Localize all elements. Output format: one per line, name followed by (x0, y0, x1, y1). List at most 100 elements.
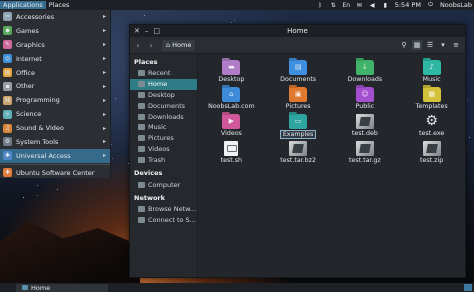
file-item[interactable]: test.sh (198, 139, 265, 166)
file-item[interactable]: test.zip (398, 139, 465, 166)
menu-item-games[interactable]: ◆ Games ▸ (0, 24, 110, 38)
keyboard-layout-icon[interactable]: En (342, 1, 351, 9)
file-item[interactable]: ▶ Videos (198, 112, 265, 139)
file-name: Music (422, 76, 441, 83)
file-item[interactable]: test.tar.gz (332, 139, 399, 166)
sound-video-icon: ♫ (3, 123, 12, 133)
software-center-icon: ✚ (3, 168, 12, 178)
mail-icon[interactable]: ✉ (356, 2, 363, 9)
clock[interactable]: 5:54 PM (395, 1, 421, 9)
sidebar-item-videos[interactable]: Videos (130, 144, 197, 155)
sidebar-item-music[interactable]: Music (130, 122, 197, 133)
sidebar-heading: Devices (134, 169, 163, 178)
file-name: Pictures (285, 103, 311, 110)
folder-icon: ▤ (289, 60, 308, 75)
menu-item-programming[interactable]: ⌘ Programming ▸ (0, 93, 110, 107)
sidebar-item-label: Computer (148, 180, 181, 189)
office-icon: ▤ (3, 68, 12, 77)
universal-access-icon: ✱ (3, 151, 12, 161)
star (37, 195, 38, 196)
chevron-down-icon[interactable]: ▾ (438, 40, 448, 50)
file-item[interactable]: ▣ Pictures (265, 85, 332, 112)
menu-item-other[interactable]: ▪ Other ▸ (0, 79, 110, 93)
file-item[interactable]: ⌂ NoobsLab.com (198, 85, 265, 112)
power-icon[interactable]: ⏻ (427, 1, 434, 9)
file-item[interactable]: ▤ Documents (265, 58, 332, 85)
network-icon[interactable]: ⇅ (330, 2, 337, 9)
folder-icon: ▦ (422, 87, 441, 102)
sidebar-item-downloads[interactable]: Downloads (130, 111, 197, 122)
menu-item-universal-access[interactable]: ✱ Universal Access ▸ (0, 148, 110, 163)
bottom-taskbar: Home (0, 283, 474, 292)
menu-item-system-tools[interactable]: ⚙ System Tools ▸ (0, 135, 110, 149)
minimize-icon[interactable]: – (145, 27, 149, 35)
back-icon[interactable]: ‹ (133, 41, 143, 50)
menu-item-label: Office (16, 68, 35, 77)
sidebar-item-label: Desktop (148, 90, 175, 99)
sidebar-item-computer[interactable]: Computer (130, 179, 197, 190)
sidebar-item-desktop[interactable]: Desktop (130, 90, 197, 101)
place-icon (138, 70, 145, 77)
menu-item-internet[interactable]: ◎ Internet ▸ (0, 52, 110, 66)
keyboard-layout-label: En (342, 1, 351, 9)
taskbar-window-button[interactable]: Home (16, 283, 108, 292)
maximize-icon[interactable]: □ (153, 27, 160, 35)
applications-menu-button[interactable]: Applications (0, 1, 46, 9)
menu-item-label: Graphics (16, 40, 45, 49)
sidebar-heading: Places (134, 58, 158, 66)
sidebar-item-connect-to-s[interactable]: Connect to S... (130, 215, 197, 226)
file-item[interactable]: test.deb (332, 112, 399, 139)
place-icon (138, 81, 145, 88)
chevron-right-icon: ▸ (102, 55, 106, 63)
places-menu-button[interactable]: Places (46, 1, 73, 9)
top-panel: Applications Places ᛒ ⇅ En ✉ ◀ ▮ 5:54 PM… (0, 0, 474, 10)
other-icon: ▪ (3, 81, 12, 91)
sidebar-item-label: Pictures (148, 134, 174, 143)
battery-icon[interactable]: ▮ (382, 2, 389, 9)
sidebar-item-browse-netw[interactable]: Browse Netw... (130, 204, 197, 215)
file-item[interactable]: ⚙ test.exe (398, 112, 465, 139)
menu-icon[interactable]: ≡ (451, 40, 461, 50)
sidebar-item-label: Browse Netw... (148, 205, 197, 214)
breadcrumb-home[interactable]: ⌂ Home (162, 39, 196, 51)
menu-item-accessories[interactable]: ✂ Accessories ▸ (0, 10, 110, 24)
chevron-right-icon: ▸ (102, 96, 106, 104)
sidebar-item-label: Music (148, 123, 167, 132)
volume-icon[interactable]: ◀ (369, 2, 376, 9)
menu-item-sound-video[interactable]: ♫ Sound & Video ▸ (0, 121, 110, 135)
file-name: Documents (280, 76, 317, 83)
window-titlebar[interactable]: ✕ – □ Home (130, 25, 465, 37)
menu-item-software-center[interactable]: ✚ Ubuntu Software Center (0, 166, 110, 180)
list-view-icon[interactable]: ☰ (425, 40, 435, 50)
menu-item-label: Science (16, 110, 42, 119)
close-icon[interactable]: ✕ (134, 27, 140, 35)
place-icon (138, 217, 145, 224)
folder-emblem-icon: ↓ (361, 63, 368, 71)
file-item[interactable]: ♪ Music (398, 58, 465, 85)
archive-icon (355, 141, 374, 156)
folder-emblem-icon: ▬ (228, 63, 235, 71)
grid-view-icon[interactable]: ▦ (412, 40, 422, 50)
bluetooth-icon[interactable]: ᛒ (317, 2, 324, 9)
sidebar-item-recent[interactable]: Recent (130, 68, 197, 79)
file-item[interactable]: test.tar.bz2 (265, 139, 332, 166)
sidebar-item-pictures[interactable]: Pictures (130, 133, 197, 144)
search-icon[interactable]: ⚲ (399, 40, 409, 50)
place-icon (138, 156, 145, 163)
menu-item-office[interactable]: ▤ Office ▸ (0, 66, 110, 80)
file-item[interactable]: ▬ Desktop (198, 58, 265, 85)
sidebar-item-home[interactable]: Home (130, 78, 197, 90)
menu-item-science[interactable]: ⚛ Science ▸ (0, 107, 110, 121)
file-item[interactable]: ▭ Examples (265, 112, 332, 139)
menu-item-graphics[interactable]: ✎ Graphics ▸ (0, 38, 110, 52)
sidebar-item-documents[interactable]: Documents (130, 100, 197, 111)
forward-icon[interactable]: › (146, 41, 156, 50)
sidebar-item-trash[interactable]: Trash (130, 154, 197, 165)
file-item[interactable]: ↓ Downloads (332, 58, 399, 85)
file-name: test.tar.bz2 (280, 157, 316, 164)
file-item[interactable]: ☺ Public (332, 85, 399, 112)
user-name[interactable]: NoobsLab (440, 1, 472, 9)
workspace-switcher[interactable] (464, 284, 472, 291)
file-item[interactable]: ▦ Templates (398, 85, 465, 112)
